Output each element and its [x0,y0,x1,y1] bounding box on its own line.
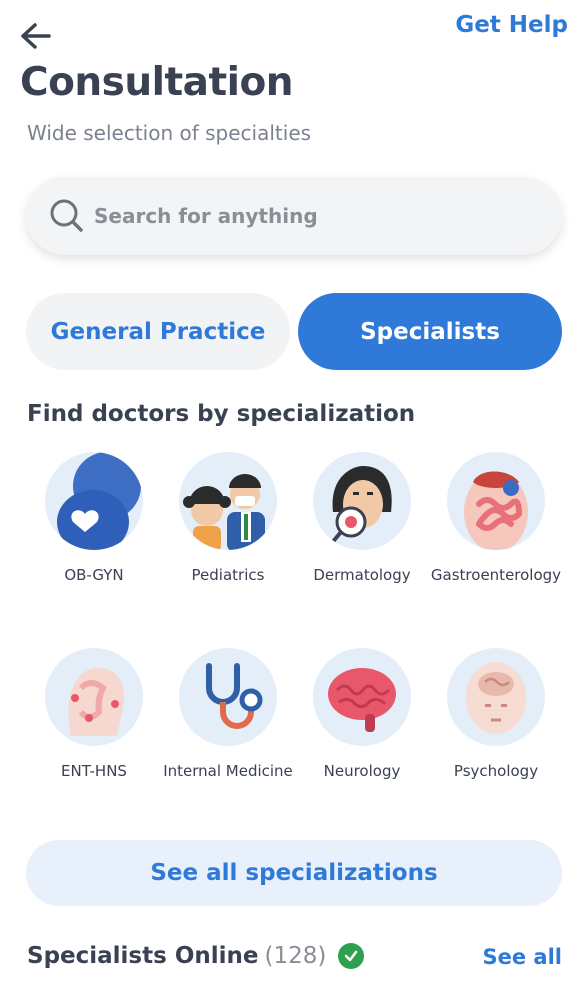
pregnancy-icon [45,452,143,550]
specialization-pediatrics[interactable]: Pediatrics [158,452,298,584]
specialization-label: Gastroenterology [430,566,562,584]
specialization-psychology[interactable]: Psychology [426,648,566,780]
intestines-icon [447,452,545,550]
brain-icon [313,648,411,746]
get-help-link[interactable]: Get Help [455,12,568,38]
section-title: Find doctors by specialization [27,401,416,427]
specialization-label: OB-GYN [64,566,124,584]
specialization-label: ENT-HNS [61,762,127,780]
psychology-head-icon [447,648,545,746]
see-all-link[interactable]: See all [483,945,563,969]
specialization-gastroenterology[interactable]: Gastroenterology [426,452,566,584]
specialization-ob-gyn[interactable]: OB-GYN [24,452,164,584]
specialization-label: Dermatology [313,566,411,584]
stethoscope-icon [179,648,277,746]
specialization-ent-hns[interactable]: ENT-HNS [24,648,164,780]
specialization-label: Neurology [323,762,401,780]
children-icon [179,452,277,550]
specialization-label: Internal Medicine [163,762,293,780]
specialization-internal-medicine[interactable]: Internal Medicine [158,648,298,780]
search-bar[interactable] [26,177,562,255]
ent-head-icon [45,648,143,746]
specialists-online-header: Specialists Online (128) [27,943,365,969]
specialization-label: Psychology [453,762,539,780]
specialization-label: Pediatrics [191,566,265,584]
search-input[interactable] [94,204,514,228]
tab-general-practice[interactable]: General Practice [26,293,290,370]
specialization-neurology[interactable]: Neurology [292,648,432,780]
arrow-left-icon [21,23,51,49]
skin-care-icon [313,452,411,550]
specialists-online-title: Specialists Online [27,943,259,969]
specialization-dermatology[interactable]: Dermatology [292,452,432,584]
tab-specialists[interactable]: Specialists [298,293,562,370]
back-button[interactable] [16,16,56,56]
search-icon [50,199,83,232]
verified-check-icon [338,943,365,969]
specialists-online-count: (128) [264,943,327,969]
see-all-specializations-button[interactable]: See all specializations [26,840,562,906]
page-title: Consultation [20,60,294,105]
page-subtitle: Wide selection of specialties [27,121,312,145]
